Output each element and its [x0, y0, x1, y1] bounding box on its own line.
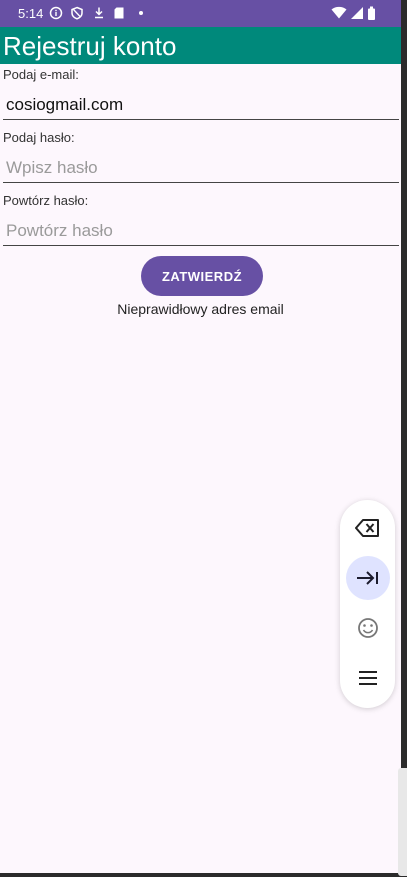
repeat-password-field-container [3, 217, 399, 246]
password-label: Podaj hasło: [3, 130, 75, 145]
submit-button[interactable]: ZATWIERDŹ [141, 256, 263, 296]
page-title: Rejestruj konto [3, 31, 177, 61]
tab-icon [357, 571, 378, 585]
password-field-container [3, 154, 399, 183]
status-time: 5:14 [18, 6, 44, 21]
emoji-icon [358, 618, 378, 638]
app-bar: Rejestruj konto [0, 27, 401, 64]
keyboard-toolbar [340, 500, 395, 708]
backspace-icon [355, 519, 379, 537]
wifi-icon [331, 6, 347, 19]
download-icon [95, 7, 103, 19]
signal-icon [351, 7, 363, 19]
menu-button[interactable] [346, 656, 390, 700]
repeat-password-label: Powtórz hasło: [3, 193, 89, 208]
notification-dot-icon [139, 11, 143, 15]
email-field-container [3, 91, 399, 120]
email-field[interactable] [6, 93, 394, 117]
error-message: Nieprawidłowy adres email [117, 301, 284, 317]
backspace-button[interactable] [346, 506, 390, 550]
email-label: Podaj e-mail: [3, 67, 79, 82]
repeat-password-field[interactable] [6, 219, 394, 243]
status-bar: 5:14 [0, 0, 401, 27]
menu-icon [359, 671, 377, 685]
password-field[interactable] [6, 156, 394, 180]
app-screen: 5:14 Rejestruj konto Podaj e-mail: cosio… [0, 0, 401, 873]
battery-icon [368, 6, 375, 20]
emoji-button[interactable] [346, 606, 390, 650]
tab-button[interactable] [346, 556, 390, 600]
sd-card-icon [114, 7, 124, 19]
info-icon [49, 6, 63, 20]
side-edge-handle[interactable] [398, 768, 407, 876]
shield-icon [71, 6, 83, 20]
